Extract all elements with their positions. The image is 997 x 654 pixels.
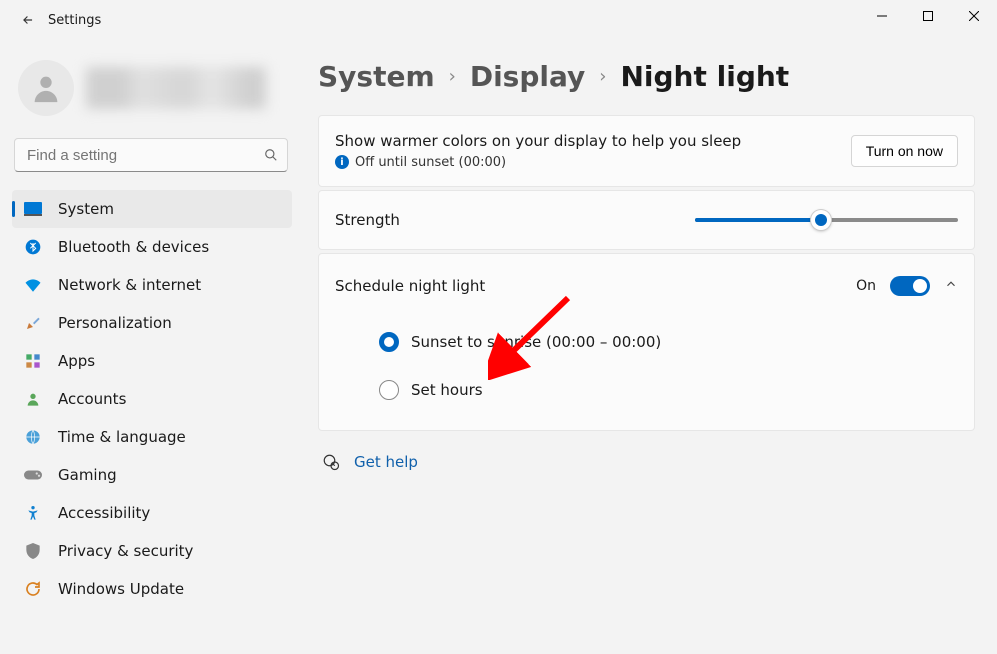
system-icon: [24, 200, 42, 218]
radio-label: Sunset to sunrise (00:00 – 00:00): [411, 333, 661, 351]
user-account-row[interactable]: [12, 60, 292, 116]
search-icon: [264, 148, 278, 162]
sidebar-item-label: System: [58, 200, 114, 218]
radio-button-icon: [379, 380, 399, 400]
schedule-title: Schedule night light: [335, 277, 485, 295]
time-language-icon: [24, 428, 42, 446]
radio-label: Set hours: [411, 381, 483, 399]
search-input[interactable]: [14, 138, 288, 172]
maximize-button[interactable]: [905, 0, 951, 32]
strength-label: Strength: [335, 211, 675, 229]
sidebar-item-accounts[interactable]: Accounts: [12, 380, 292, 418]
chevron-right-icon: ›: [449, 66, 456, 87]
sidebar: System Bluetooth & devices Network & int…: [12, 40, 302, 608]
sidebar-item-windows-update[interactable]: Windows Update: [12, 570, 292, 608]
page-title: Night light: [620, 60, 789, 93]
breadcrumb: System › Display › Night light: [318, 60, 975, 93]
schedule-card: Schedule night light On Sunset to sunris…: [318, 253, 975, 431]
slider-thumb[interactable]: [811, 210, 831, 230]
info-icon: i: [335, 155, 349, 169]
apps-icon: [24, 352, 42, 370]
sidebar-item-accessibility[interactable]: Accessibility: [12, 494, 292, 532]
intro-card: Show warmer colors on your display to he…: [318, 115, 975, 187]
nav-list: System Bluetooth & devices Network & int…: [12, 190, 292, 608]
sidebar-item-gaming[interactable]: Gaming: [12, 456, 292, 494]
intro-title: Show warmer colors on your display to he…: [335, 130, 741, 153]
schedule-toggle[interactable]: [890, 276, 930, 296]
expand-chevron-icon[interactable]: [944, 277, 958, 295]
minimize-button[interactable]: [859, 0, 905, 32]
windows-update-icon: [24, 580, 42, 598]
breadcrumb-display[interactable]: Display: [470, 60, 585, 93]
sidebar-item-apps[interactable]: Apps: [12, 342, 292, 380]
gaming-icon: [24, 466, 42, 484]
sidebar-item-label: Time & language: [58, 428, 186, 446]
sidebar-item-label: Network & internet: [58, 276, 201, 294]
back-button[interactable]: [16, 8, 40, 32]
sidebar-item-system[interactable]: System: [12, 190, 292, 228]
strength-slider[interactable]: [695, 218, 958, 222]
sidebar-item-label: Bluetooth & devices: [58, 238, 209, 256]
strength-card: Strength: [318, 190, 975, 250]
titlebar: Settings: [0, 0, 997, 40]
turn-on-now-button[interactable]: Turn on now: [851, 135, 958, 167]
accessibility-icon: [24, 504, 42, 522]
personalization-icon: [24, 314, 42, 332]
sidebar-item-label: Accounts: [58, 390, 126, 408]
privacy-icon: [24, 542, 42, 560]
sidebar-item-label: Apps: [58, 352, 95, 370]
accounts-icon: [24, 390, 42, 408]
user-name-redacted: [86, 67, 266, 109]
help-icon: [322, 453, 340, 471]
sidebar-item-bluetooth[interactable]: Bluetooth & devices: [12, 228, 292, 266]
main-content: System › Display › Night light Show warm…: [302, 40, 985, 608]
avatar: [18, 60, 74, 116]
toggle-label: On: [856, 278, 876, 294]
window-title: Settings: [48, 13, 101, 28]
bluetooth-icon: [24, 238, 42, 256]
sidebar-item-privacy[interactable]: Privacy & security: [12, 532, 292, 570]
network-icon: [24, 276, 42, 294]
radio-set-hours[interactable]: Set hours: [379, 380, 958, 400]
radio-sunset-sunrise[interactable]: Sunset to sunrise (00:00 – 00:00): [379, 332, 958, 352]
sidebar-item-time-language[interactable]: Time & language: [12, 418, 292, 456]
window-controls: [859, 0, 997, 32]
get-help-link[interactable]: Get help: [354, 453, 418, 471]
breadcrumb-system[interactable]: System: [318, 60, 435, 93]
sidebar-item-label: Windows Update: [58, 580, 184, 598]
intro-subtitle: Off until sunset (00:00): [355, 153, 506, 173]
sidebar-item-personalization[interactable]: Personalization: [12, 304, 292, 342]
sidebar-item-label: Gaming: [58, 466, 117, 484]
radio-button-icon: [379, 332, 399, 352]
chevron-right-icon: ›: [599, 66, 606, 87]
sidebar-item-network[interactable]: Network & internet: [12, 266, 292, 304]
help-row: Get help: [318, 453, 975, 471]
sidebar-item-label: Personalization: [58, 314, 172, 332]
close-button[interactable]: [951, 0, 997, 32]
sidebar-item-label: Accessibility: [58, 504, 150, 522]
sidebar-item-label: Privacy & security: [58, 542, 193, 560]
